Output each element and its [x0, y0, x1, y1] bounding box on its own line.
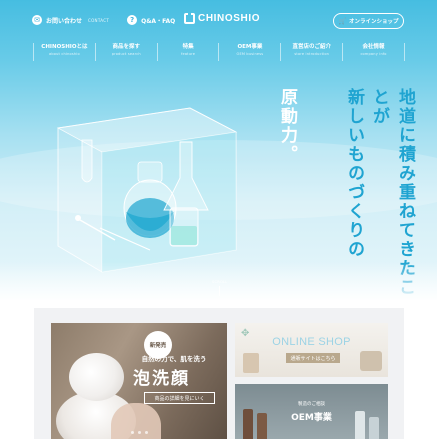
nav-item-company[interactable]: 会社情報 company info: [342, 43, 405, 61]
nav-item-oem[interactable]: OEM事業 OEM business: [218, 43, 280, 61]
nav-label: 直営店のご紹介: [292, 44, 331, 50]
nav-sub: company info: [360, 52, 387, 56]
hero-section: ✉ お問い合わせ CONTACT ? Q&A・FAQ CHINOSHIO 🛒 オ…: [0, 0, 437, 300]
global-nav: CHINOSHIOとは about chinoshio 商品を探す produc…: [33, 43, 405, 61]
utility-links: ✉ お問い合わせ CONTACT ? Q&A・FAQ: [32, 15, 175, 25]
nav-item-about[interactable]: CHINOSHIOとは about chinoshio: [33, 43, 95, 61]
nav-label: 特集: [182, 44, 194, 50]
nav-sub: product search: [111, 52, 141, 56]
faq-link[interactable]: ? Q&A・FAQ: [127, 15, 175, 25]
online-shop-button-label: オンラインショップ: [348, 19, 399, 25]
bottle-image: [243, 353, 259, 373]
cart-icon: 🛒: [338, 17, 346, 25]
new-product-banner[interactable]: 新発売 自然の力で、肌を洗う 泡洗顔 商品の詳細を見にいく: [51, 323, 227, 439]
carousel-dot[interactable]: [145, 431, 148, 434]
carousel-dot[interactable]: [131, 431, 134, 434]
new-badge-text: 新発売: [149, 343, 167, 349]
banner-title: 泡洗顔: [133, 369, 190, 389]
nav-item-feature[interactable]: 特集 feature: [156, 43, 219, 61]
faq-label: Q&A・FAQ: [141, 17, 176, 25]
nav-label: 商品を探す: [112, 44, 140, 50]
nav-label: 会社情報: [362, 44, 385, 50]
contact-sub: CONTACT: [88, 17, 110, 23]
question-icon: ?: [127, 15, 138, 25]
catch-copy-line3: 原動力。: [274, 88, 300, 164]
oem-small-text: 製造のご相談: [298, 402, 325, 407]
carousel-dots[interactable]: [131, 431, 148, 434]
logo-mark-icon: [184, 12, 195, 24]
online-shop-card[interactable]: ✥ ONLINE SHOP 通販サイトはこちら: [235, 323, 388, 377]
nav-sub: OEM business: [236, 52, 264, 56]
nav-label: CHINOSHIOとは: [41, 44, 88, 50]
nav-item-stores[interactable]: 直営店のご紹介 store introduction: [280, 43, 342, 61]
catch-copy-line3-text: 新しいものづくりの: [344, 88, 364, 259]
foam-image: [69, 353, 124, 401]
product-detail-button[interactable]: 商品の詳細を見にいく: [144, 392, 215, 404]
carousel-dot[interactable]: [138, 431, 141, 434]
nav-sub: about chinoshio: [48, 52, 80, 56]
online-shop-title: ONLINE SHOP: [272, 336, 351, 348]
product-detail-button-label: 商品の詳細を見にいく: [154, 395, 205, 402]
mail-icon: ✉: [32, 15, 42, 25]
catch-copy-line1-text: 地道に: [395, 88, 415, 145]
catch-copy-line2: 新しいものづくりの: [341, 88, 367, 259]
catch-copy-line4-text: 原動力。: [277, 88, 297, 164]
nav-label: OEM事業: [237, 44, 263, 50]
oem-card[interactable]: 製造のご相談 OEM事業: [235, 384, 388, 439]
online-shop-button[interactable]: 🛒 オンラインショップ: [333, 13, 404, 29]
shop-site-button[interactable]: 通販サイトはこちら: [286, 353, 340, 363]
logo-text: CHINOSHIO: [198, 13, 261, 24]
glass-box-illustration: [56, 107, 238, 273]
shop-site-button-label: 通販サイトはこちら: [290, 355, 336, 362]
nav-sub: feature: [181, 52, 196, 56]
oem-title: OEM事業: [291, 413, 332, 423]
banner-subtitle: 自然の力で、肌を洗う: [141, 355, 207, 363]
jar-image: [360, 351, 382, 371]
contact-label: お問い合わせ: [46, 17, 83, 25]
nav-sub: store introduction: [294, 52, 330, 56]
site-logo[interactable]: CHINOSHIO: [184, 12, 261, 24]
contact-link[interactable]: ✉ お問い合わせ CONTACT: [32, 15, 109, 25]
nav-item-products[interactable]: 商品を探す product search: [94, 43, 157, 61]
hero-fade: [0, 262, 437, 300]
